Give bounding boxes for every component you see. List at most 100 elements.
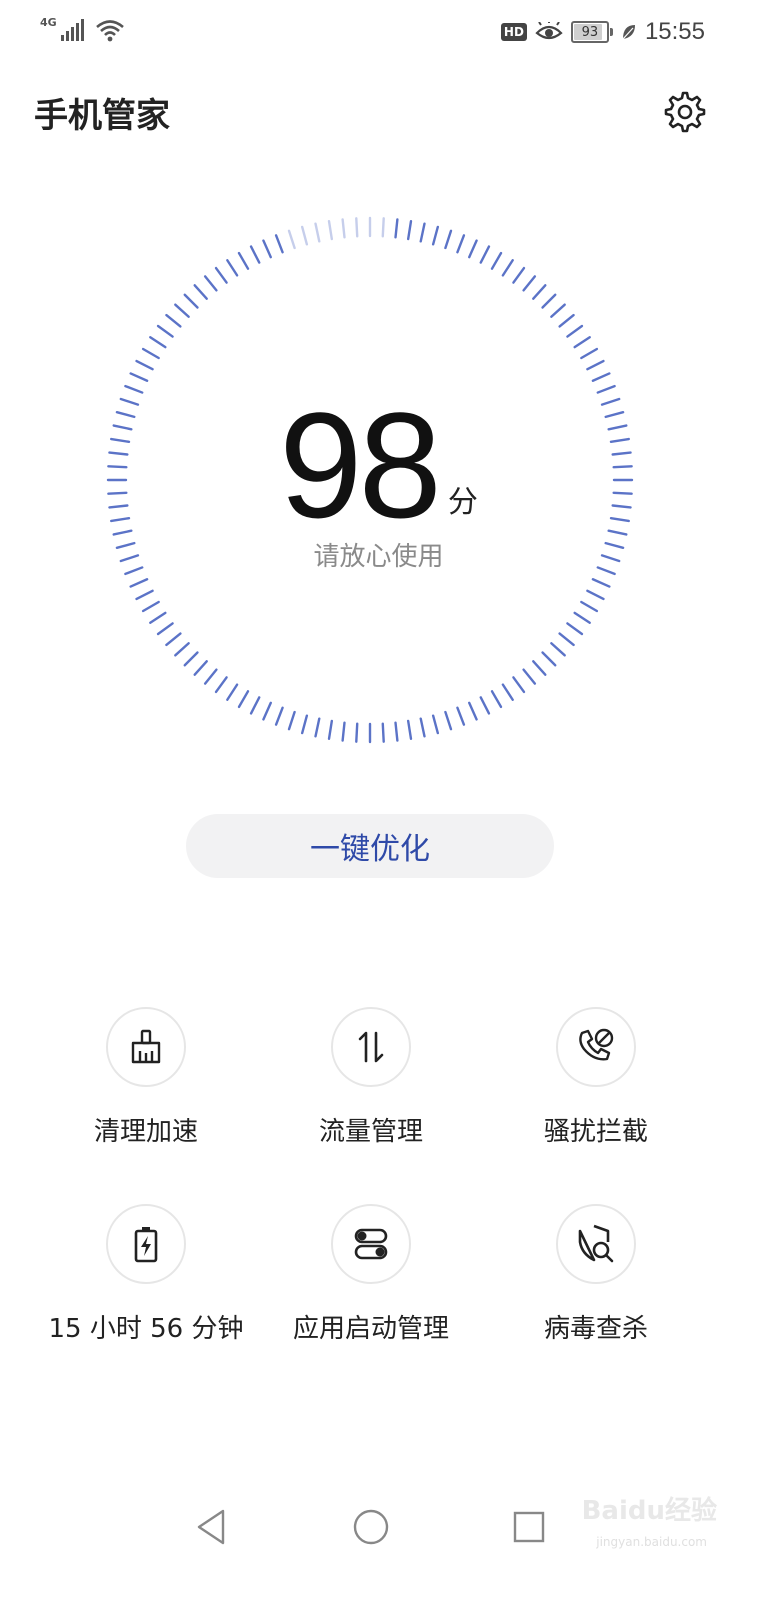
gauge-tick [490, 251, 503, 270]
tool-app-launch[interactable]: 应用启动管理 [261, 1204, 481, 1345]
gauge-tick [124, 384, 144, 394]
page-title: 手机管家 [34, 96, 170, 136]
gauge-tick [262, 701, 272, 721]
battery-indicator: 93 [570, 21, 613, 43]
gauge-tick [431, 225, 440, 246]
gauge-tick [156, 622, 174, 636]
gauge-tick [558, 632, 575, 647]
one-tap-optimize-button[interactable]: 一键优化 [186, 814, 554, 878]
status-right: HD 93 15:55 [500, 14, 705, 50]
status-bar: 4G HD 93 15:55 [0, 0, 757, 64]
gauge-tick [406, 719, 413, 740]
gauge-tick [566, 324, 584, 338]
gauge-tick [300, 714, 309, 735]
gauge-tick [522, 668, 537, 685]
gauge-tick [274, 234, 284, 254]
tool-harassment-block[interactable]: 骚扰拦截 [486, 1007, 706, 1148]
tool-data-circle[interactable] [331, 1007, 411, 1087]
gauge-tick [394, 721, 399, 742]
gauge-tick [226, 259, 239, 277]
status-left: 4G [40, 14, 125, 46]
gauge-tick [355, 217, 359, 238]
gauge-tick [174, 303, 190, 318]
score-status: 请放心使用 [313, 542, 444, 572]
recents-button[interactable] [504, 1502, 554, 1552]
home-button[interactable] [346, 1502, 396, 1552]
gauge-tick [406, 220, 413, 241]
tool-battery[interactable]: 15 小时 56 分钟 [36, 1204, 256, 1345]
back-button[interactable] [186, 1502, 236, 1552]
gauge-tick [566, 622, 584, 636]
gauge-tick [237, 251, 250, 270]
gauge-tick [300, 225, 309, 246]
gauge-tick [341, 721, 346, 742]
tool-cleanup[interactable]: 清理加速 [36, 1007, 256, 1148]
tool-cleanup-circle[interactable] [106, 1007, 186, 1087]
gauge-tick [512, 266, 526, 284]
back-icon [197, 1509, 225, 1545]
score-unit: 分 [447, 485, 478, 520]
gauge-tick [550, 303, 566, 318]
gauge-tick [532, 660, 547, 676]
gauge-tick [165, 313, 182, 328]
gauge-tick [226, 683, 239, 701]
gauge-tick [193, 284, 208, 300]
gauge-tick [419, 717, 426, 738]
gauge-tick [591, 372, 611, 382]
gauge-tick [314, 222, 321, 243]
tool-label: 应用启动管理 [292, 1314, 449, 1344]
wifi-icon [95, 20, 124, 42]
gauge-tick [287, 229, 296, 250]
gauge-tick [355, 722, 359, 743]
home-icon [353, 1509, 389, 1545]
gauge-tick [490, 690, 503, 709]
recents-icon [513, 1511, 545, 1543]
settings-button[interactable] [663, 90, 707, 134]
gauge-tick [183, 651, 199, 667]
broom-icon [131, 1029, 161, 1064]
gauge-tick [249, 245, 261, 264]
signal-icon [60, 19, 84, 41]
gauge-tick [541, 293, 557, 309]
gear-icon [664, 91, 706, 133]
gauge-tick [468, 239, 478, 259]
gauge-tick [586, 589, 605, 601]
tool-label: 流量管理 [318, 1117, 423, 1147]
gauge-tick [149, 611, 167, 624]
gauge-tick [541, 651, 557, 667]
tool-label: 清理加速 [93, 1117, 198, 1147]
gauge-tick [479, 696, 491, 715]
gauge-tick [214, 676, 228, 694]
gauge-tick [596, 384, 616, 394]
gauge-tick [341, 218, 346, 239]
gauge-tick [249, 696, 261, 715]
tool-battery-circle[interactable] [106, 1204, 186, 1284]
gauge-tick [456, 234, 466, 254]
tool-data-management[interactable]: 流量管理 [261, 1007, 481, 1148]
gauge-tick [314, 717, 321, 738]
gauge-tick [129, 578, 149, 588]
gauge-tick [550, 642, 566, 657]
gauge-tick [580, 347, 599, 360]
tool-virus-circle[interactable] [556, 1204, 636, 1284]
gauge-tick [141, 600, 160, 613]
gauge-tick [419, 222, 426, 243]
gauge-tick [573, 611, 591, 624]
watermark-url: jingyan.baidu.com [596, 1535, 707, 1549]
gauge-tick [586, 359, 605, 371]
tool-app-launch-circle[interactable] [331, 1204, 411, 1284]
gauge-tick [444, 710, 453, 731]
tool-block-circle[interactable] [556, 1007, 636, 1087]
shield-search-icon [578, 1224, 614, 1263]
gauge-tick [558, 313, 575, 328]
gauge-tick [573, 336, 591, 349]
tool-virus-scan[interactable]: 病毒查杀 [486, 1204, 706, 1345]
gauge-tick [203, 275, 218, 292]
gauge-tick [193, 660, 208, 676]
gauge-tick [501, 259, 514, 277]
watermark: Baidu经验 [581, 1496, 717, 1526]
gauge-tick [135, 589, 154, 601]
gauge-tick [444, 229, 453, 250]
toggles-icon [354, 1228, 388, 1260]
gauge-tick [512, 676, 526, 694]
